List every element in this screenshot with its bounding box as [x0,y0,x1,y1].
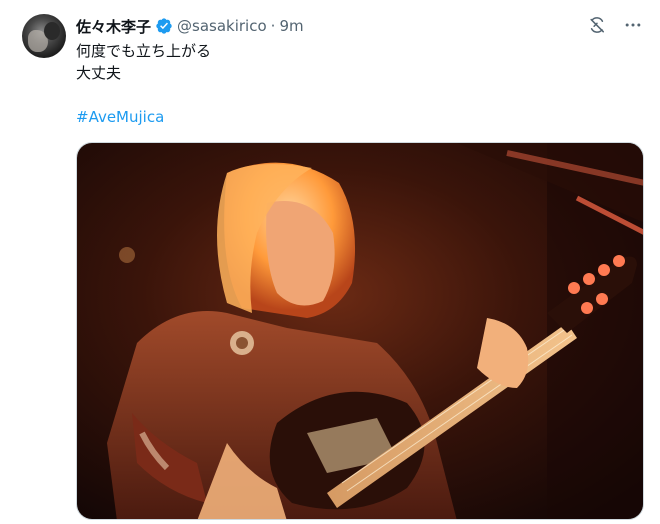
tweet-photo[interactable] [76,142,644,520]
display-name[interactable]: 佐々木李子 [76,16,151,37]
guitarist-photo-icon [77,143,643,519]
more-icon[interactable] [622,14,644,36]
tweet-actions [586,14,644,36]
tweet-text: 何度でも立ち上がる 大丈夫 #AveMujica [76,40,211,128]
verified-badge-icon [155,17,173,35]
tweet-header: 佐々木李子 @sasakirico · 9m [76,16,304,36]
separator-dot: · [270,17,276,35]
tweet-line-2: 大丈夫 [76,64,122,82]
grok-icon[interactable] [586,14,608,36]
tweet-line-1: 何度でも立ち上がる [76,42,212,60]
tweet: 佐々木李子 @sasakirico · 9m 何度でも立ち上がる 大丈夫 #Av… [0,0,660,524]
avatar-figure-dark [44,22,60,40]
hashtag-link[interactable]: #AveMujica [76,106,211,128]
user-handle[interactable]: @sasakirico [177,17,267,35]
avatar[interactable] [22,14,66,58]
timestamp[interactable]: 9m [279,17,303,35]
